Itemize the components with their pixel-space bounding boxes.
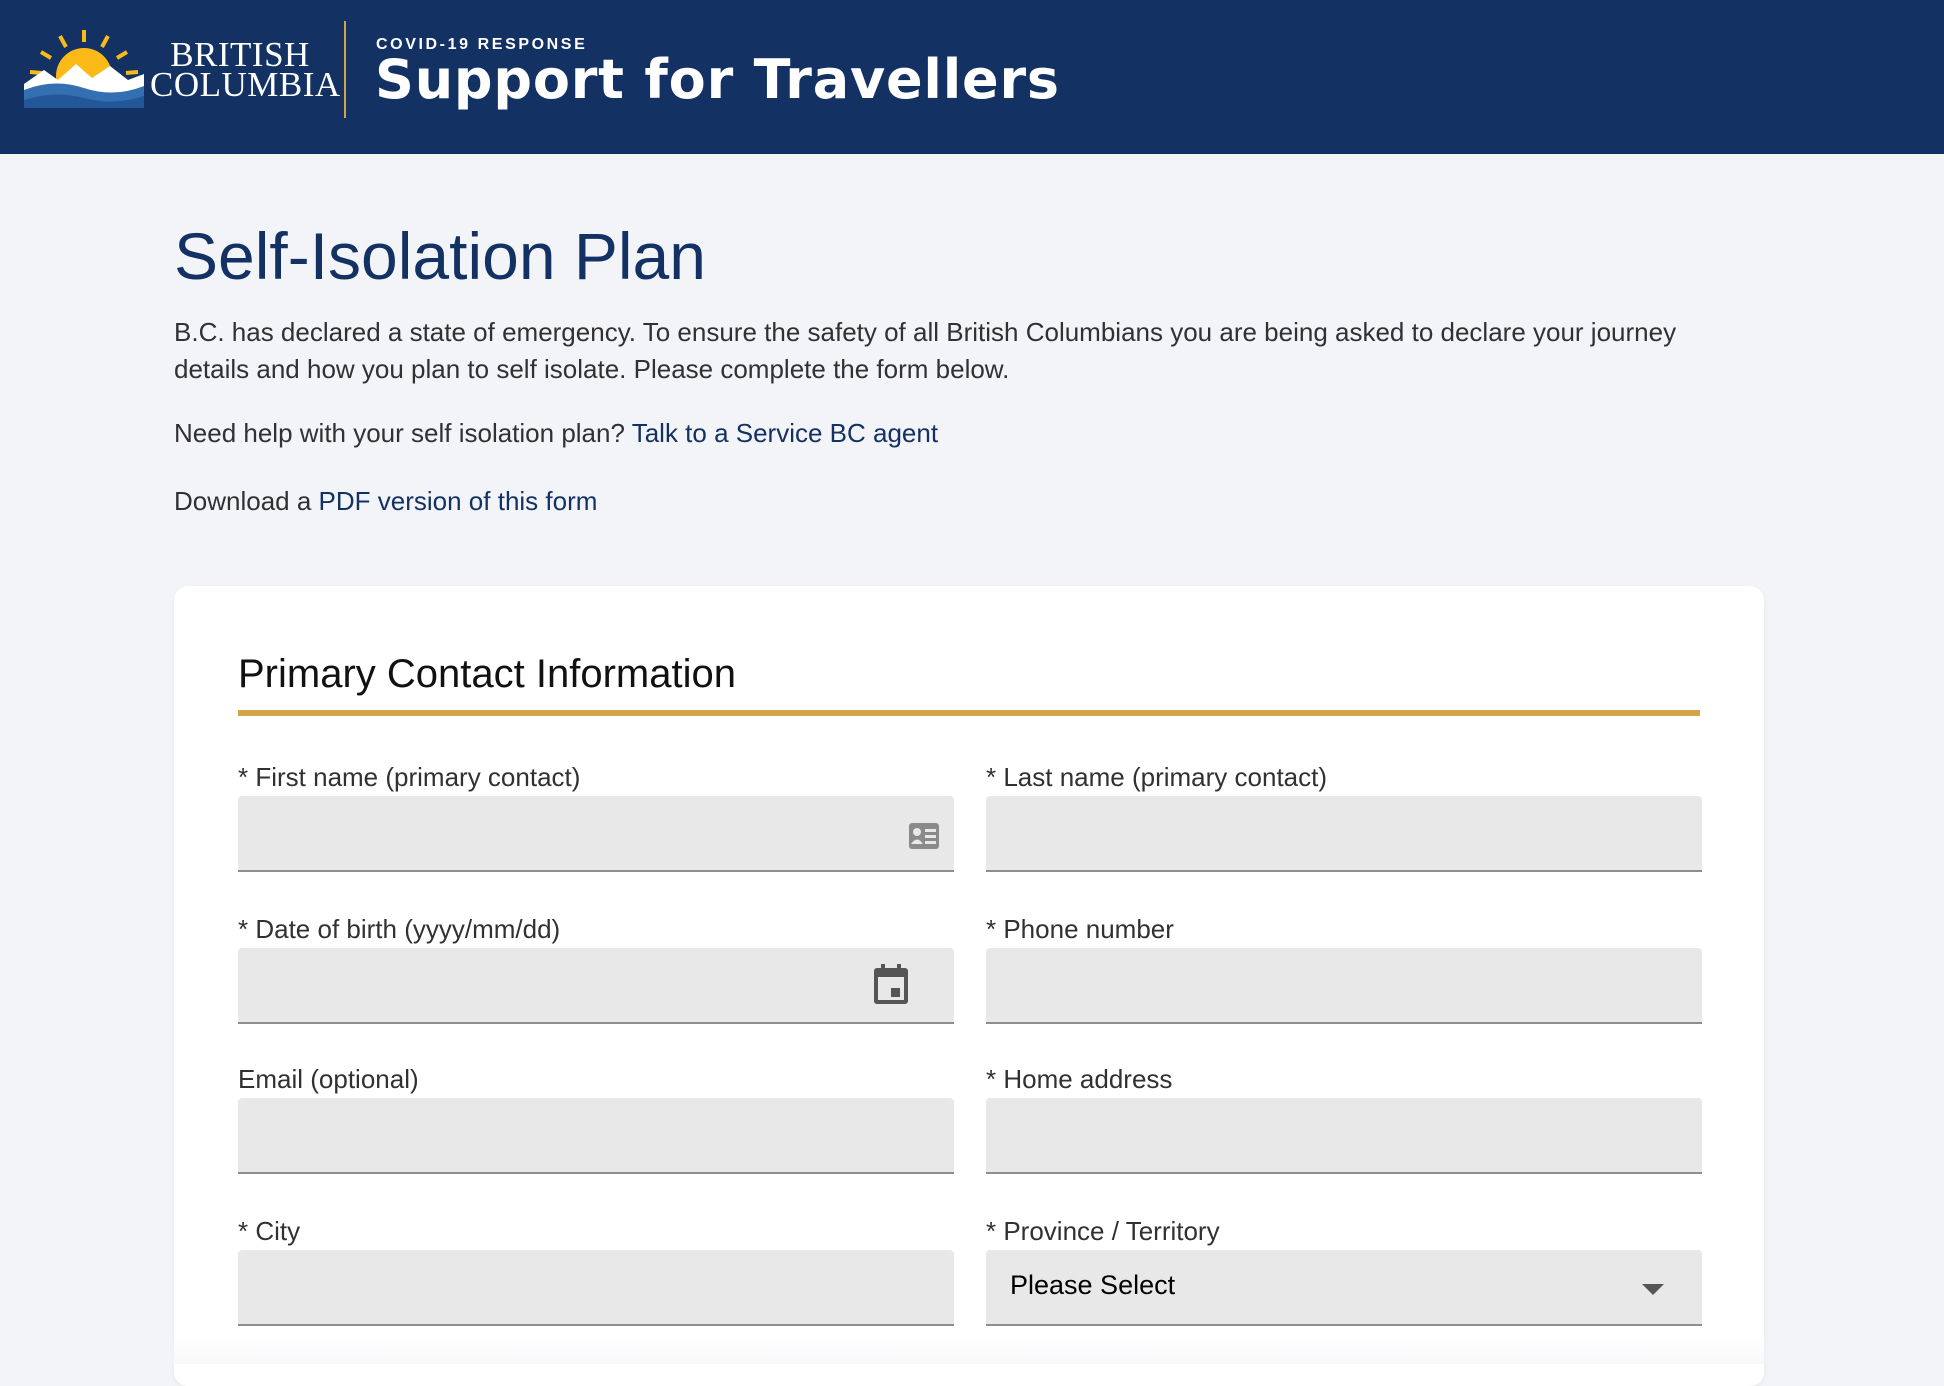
city-field[interactable] [238,1250,954,1326]
home-address-label: * Home address [986,1064,1173,1094]
last-name-label: * Last name (primary contact) [986,762,1328,792]
last-name-field[interactable] [986,796,1702,872]
page-title: Self-Isolation Plan [174,219,706,293]
intro-description: B.C. has declared a state of emergency. … [174,317,1677,384]
home-address-field[interactable] [986,1098,1702,1174]
header-divider [344,21,346,118]
province-label: * Province / Territory [986,1216,1220,1246]
calendar-icon[interactable] [872,962,910,1006]
dob-label: * Date of birth (yyyy/mm/dd) [238,914,561,944]
download-line: Download a PDF version of this form [174,486,597,517]
email-label: Email (optional) [238,1064,419,1094]
dob-field[interactable] [238,948,954,1024]
help-line: Need help with your self isolation plan?… [174,418,938,449]
first-name-label: * First name (primary contact) [238,762,581,792]
pdf-form-link[interactable]: PDF version of this form [319,486,598,516]
bc-sun-logo-icon[interactable] [24,26,144,108]
first-name-field[interactable] [238,796,954,872]
site-header: BRITISH COLUMBIA COVID-19 RESPONSE Suppo… [0,0,1944,154]
email-field[interactable] [238,1098,954,1174]
section-divider [238,710,1700,716]
wordmark-line2: COLUMBIA [150,65,341,104]
province-selected-value: Please Select [1010,1270,1176,1300]
phone-label: * Phone number [986,914,1174,944]
download-text: Download a [174,486,319,516]
chevron-down-icon[interactable] [1642,1284,1664,1295]
service-bc-agent-link[interactable]: Talk to a Service BC agent [632,418,938,448]
app-title: Support for Travellers [375,48,1060,111]
phone-field[interactable] [986,948,1702,1024]
bc-wordmark: BRITISH COLUMBIA [150,37,341,104]
section-title: Primary Contact Information [238,652,736,696]
province-select[interactable]: Please Select [986,1250,1702,1326]
contact-card-icon[interactable] [908,822,940,850]
form-card: Primary Contact Information * First name… [174,586,1764,1386]
help-text: Need help with your self isolation plan? [174,418,632,448]
city-label: * City [238,1216,301,1246]
